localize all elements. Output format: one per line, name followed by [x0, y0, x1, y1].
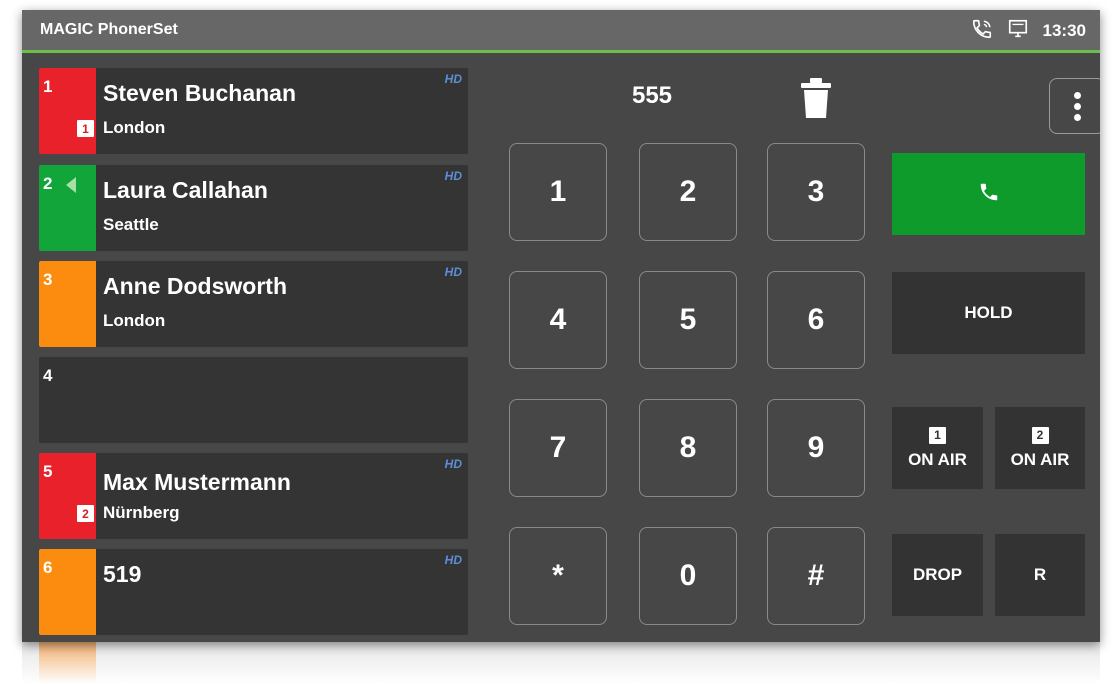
hold-button[interactable]: HOLD — [892, 272, 1085, 354]
line-item-1[interactable]: 1 Steven Buchanan London HD 1 — [39, 68, 468, 154]
key-8[interactable]: 8 — [639, 399, 737, 497]
studio-badge: 2 — [77, 505, 94, 522]
key-star[interactable]: * — [509, 527, 607, 625]
studio-badge: 1 — [77, 120, 94, 137]
caller-name: Laura Callahan — [103, 177, 268, 203]
status-icons: 13:30 — [971, 19, 1086, 43]
dialed-number: 555 — [631, 82, 673, 109]
key-4[interactable]: 4 — [509, 271, 607, 369]
key-5[interactable]: 5 — [639, 271, 737, 369]
menu-dot — [1073, 113, 1081, 121]
status-clock: 13:30 — [1042, 21, 1086, 40]
more-vertical-icon[interactable] — [1049, 78, 1100, 134]
caller-city: London — [103, 311, 166, 330]
reflection-line-strip — [39, 642, 96, 684]
studio-1-badge: 1 — [929, 426, 946, 444]
call-button[interactable] — [892, 153, 1085, 235]
key-7[interactable]: 7 — [509, 399, 607, 497]
caller-city: Nürnberg — [103, 503, 180, 522]
caller-name: 519 — [103, 561, 142, 587]
on-air-1-label: ON AIR — [908, 449, 967, 469]
key-0[interactable]: 0 — [639, 527, 737, 625]
phone-screen: MAGIC PhonerSet 13:30 1 Steven Buchanan … — [22, 10, 1100, 642]
studio-2-badge: 2 — [1031, 426, 1049, 444]
phone-call-icon — [971, 18, 993, 45]
on-air-2-button[interactable]: 2 ON AIR — [995, 407, 1085, 489]
hd-badge: HD — [444, 72, 462, 86]
line-item-2[interactable]: 2 Laura Callahan Seattle HD — [39, 165, 468, 251]
app-title: MAGIC PhonerSet — [40, 21, 178, 38]
line-item-6[interactable]: 6 519 HD — [39, 549, 468, 635]
line-item-5[interactable]: 5 Max Mustermann Nürnberg HD 2 — [39, 453, 468, 539]
line-number: 5 — [43, 462, 53, 481]
key-9[interactable]: 9 — [767, 399, 865, 497]
key-3[interactable]: 3 — [767, 143, 865, 241]
key-2[interactable]: 2 — [639, 143, 737, 241]
line-number: 4 — [43, 366, 53, 385]
trash-icon[interactable] — [800, 78, 832, 118]
caller-name: Max Mustermann — [103, 469, 291, 495]
line-item-4[interactable]: 4 — [39, 357, 468, 443]
phone-icon — [978, 181, 1000, 208]
key-hash[interactable]: # — [767, 527, 865, 625]
line-number: 6 — [43, 558, 53, 577]
key-1[interactable]: 1 — [509, 143, 607, 241]
line-number: 3 — [43, 270, 53, 289]
line-item-3[interactable]: 3 Anne Dodsworth London HD — [39, 261, 468, 347]
drop-button[interactable]: DROP — [892, 534, 983, 616]
active-arrow-icon — [63, 175, 77, 200]
caller-city: London — [103, 118, 166, 137]
hd-badge: HD — [444, 265, 462, 279]
hd-badge: HD — [444, 553, 462, 567]
line-number: 1 — [43, 77, 53, 96]
key-6[interactable]: 6 — [767, 271, 865, 369]
caller-name: Anne Dodsworth — [103, 273, 287, 299]
on-air-1-button[interactable]: 1 ON AIR — [892, 407, 983, 489]
device-reflection — [22, 642, 1100, 684]
menu-dot — [1073, 91, 1081, 99]
desktop-icon — [1007, 18, 1029, 45]
hd-badge: HD — [444, 457, 462, 471]
r-button[interactable]: R — [995, 534, 1085, 616]
on-air-2-label: ON AIR — [1010, 449, 1070, 469]
menu-dot — [1073, 102, 1081, 110]
caller-city: Seattle — [103, 215, 159, 234]
hd-badge: HD — [444, 169, 462, 183]
caller-name: Steven Buchanan — [103, 80, 296, 106]
line-number: 2 — [43, 174, 53, 193]
status-bar: MAGIC PhonerSet 13:30 — [22, 10, 1100, 53]
